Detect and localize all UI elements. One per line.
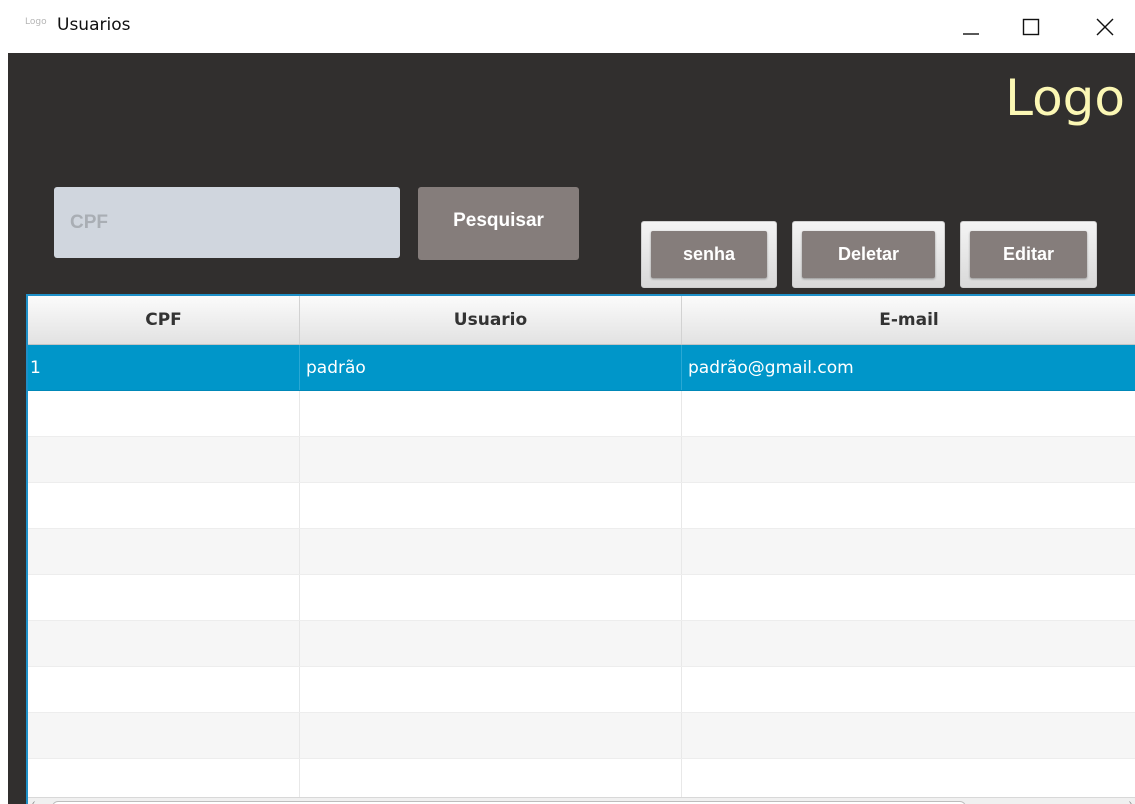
logo: Logo [1005,69,1125,127]
close-button[interactable] [1075,0,1135,53]
edit-button[interactable]: Editar [960,221,1097,288]
cell-cpf: 1 [28,345,300,390]
cpf-search-input[interactable] [54,187,400,258]
window-title: Usuarios [57,15,131,35]
horizontal-scrollbar[interactable]: ‹ › [28,797,1135,804]
cell-email: padrão@gmail.com [682,345,1135,390]
minimize-icon [963,32,979,35]
delete-button[interactable]: Deletar [792,221,945,288]
delete-button-label: Deletar [802,231,935,278]
column-header-usuario[interactable]: Usuario [300,296,682,344]
empty-table-row[interactable] [28,667,1135,713]
empty-table-row[interactable] [28,575,1135,621]
senha-button[interactable]: senha [641,221,777,288]
main-panel: Logo Pesquisar senha Deletar Editar CPF … [8,53,1135,804]
senha-button-label: senha [651,231,767,278]
minimize-button[interactable] [941,0,1001,53]
column-header-cpf[interactable]: CPF [28,296,300,344]
scroll-right-icon[interactable]: › [1129,798,1132,804]
empty-table-row[interactable] [28,621,1135,667]
empty-table-row[interactable] [28,529,1135,575]
edit-button-label: Editar [970,231,1087,278]
empty-table-row[interactable] [28,437,1135,483]
empty-table-row[interactable] [28,391,1135,437]
close-icon [1096,18,1114,35]
users-table[interactable]: CPF Usuario E-mail 1 padrão padrão@gmail… [26,294,1135,804]
table-row[interactable]: 1 padrão padrão@gmail.com [28,345,1135,391]
empty-table-row[interactable] [28,713,1135,759]
maximize-icon [1022,18,1040,35]
empty-table-row[interactable] [28,483,1135,529]
table-header: CPF Usuario E-mail [28,296,1135,345]
maximize-button[interactable] [1001,0,1061,53]
app-icon: Logo [25,17,47,27]
title-bar: Logo Usuarios [0,0,1135,53]
cell-usuario: padrão [300,345,682,390]
scroll-left-icon[interactable]: ‹ [32,798,35,804]
search-button[interactable]: Pesquisar [418,187,579,260]
column-header-email[interactable]: E-mail [682,296,1135,344]
